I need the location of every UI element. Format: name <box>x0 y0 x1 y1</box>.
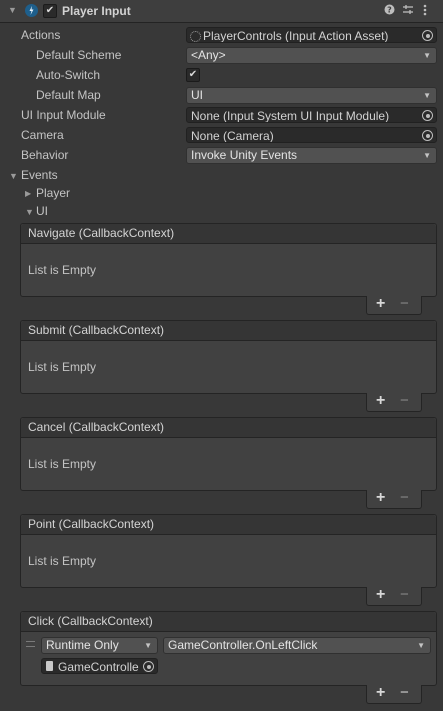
list-empty-text: List is Empty <box>28 263 97 277</box>
behavior-dropdown[interactable]: Invoke Unity Events ▼ <box>186 147 437 164</box>
default-map-label: Default Map <box>36 88 101 102</box>
default-map-dropdown[interactable]: UI ▼ <box>186 87 437 104</box>
behavior-label: Behavior <box>21 148 69 162</box>
chevron-down-icon: ▼ <box>144 641 152 650</box>
function-dropdown[interactable]: GameController.OnLeftClick ▼ <box>163 637 431 654</box>
cancel-list-footer: + − <box>366 489 422 509</box>
chevron-down-icon: ▼ <box>423 51 431 60</box>
ui-foldout-arrow-icon[interactable]: ▼ <box>25 207 34 217</box>
add-icon[interactable]: + <box>376 586 385 604</box>
player-foldout-arrow-icon[interactable]: ▶ <box>25 189 31 198</box>
object-picker-icon[interactable] <box>422 130 433 141</box>
list-empty-text: List is Empty <box>28 554 97 568</box>
add-icon[interactable]: + <box>376 489 385 507</box>
target-object-value: GameControlle <box>58 660 139 674</box>
add-icon[interactable]: + <box>376 295 385 313</box>
object-picker-icon[interactable] <box>422 30 433 41</box>
navigate-event-header: Navigate (CallbackContext) <box>21 224 436 244</box>
input-component-icon <box>25 4 38 17</box>
cancel-event-box: Cancel (CallbackContext) List is Empty <box>20 417 437 491</box>
function-value: GameController.OnLeftClick <box>168 638 318 652</box>
object-picker-icon[interactable] <box>422 110 433 121</box>
auto-switch-label: Auto-Switch <box>36 68 101 82</box>
list-empty-text: List is Empty <box>28 360 97 374</box>
add-icon[interactable]: + <box>376 684 385 702</box>
actions-label: Actions <box>21 28 61 42</box>
remove-icon[interactable]: − <box>400 489 409 506</box>
script-icon <box>46 661 53 671</box>
default-map-value: UI <box>191 88 203 102</box>
collapse-arrow-icon[interactable]: ▼ <box>8 5 17 15</box>
submit-list-footer: + − <box>366 392 422 412</box>
point-list-footer: + − <box>366 586 422 606</box>
default-scheme-label: Default Scheme <box>36 48 122 62</box>
call-state-value: Runtime Only <box>46 638 119 652</box>
camera-label: Camera <box>21 128 64 142</box>
component-header[interactable]: ▼ ✔ Player Input ? <box>0 0 443 23</box>
help-icon[interactable]: ? <box>384 4 395 18</box>
behavior-value: Invoke Unity Events <box>191 148 298 162</box>
ui-input-module-field[interactable]: None (Input System UI Input Module) <box>186 107 437 123</box>
drag-handle-icon[interactable] <box>26 641 35 647</box>
remove-icon[interactable]: − <box>400 392 409 409</box>
chevron-down-icon: ▼ <box>423 151 431 160</box>
kebab-menu-icon[interactable] <box>423 4 427 19</box>
remove-icon[interactable]: − <box>400 684 409 701</box>
auto-switch-checkbox[interactable]: ✔ <box>186 68 200 82</box>
click-event-header: Click (CallbackContext) <box>21 612 436 632</box>
add-icon[interactable]: + <box>376 392 385 410</box>
ui-input-module-value: None (Input System UI Input Module) <box>191 109 390 123</box>
remove-icon[interactable]: − <box>400 295 409 312</box>
cancel-event-header: Cancel (CallbackContext) <box>21 418 436 438</box>
submit-event-header: Submit (CallbackContext) <box>21 321 436 341</box>
input-asset-icon <box>190 31 201 42</box>
events-group-ui[interactable]: UI <box>36 204 48 218</box>
point-event-header: Point (CallbackContext) <box>21 515 436 535</box>
call-state-dropdown[interactable]: Runtime Only ▼ <box>41 637 158 654</box>
navigate-event-box: Navigate (CallbackContext) List is Empty <box>20 223 437 297</box>
events-foldout-arrow-icon[interactable]: ▼ <box>9 171 18 181</box>
camera-value: None (Camera) <box>191 129 274 143</box>
default-scheme-value: <Any> <box>191 48 226 62</box>
svg-text:?: ? <box>387 6 392 15</box>
click-event-box: Click (CallbackContext) Runtime Only ▼ G… <box>20 611 437 686</box>
component-enabled-checkbox[interactable]: ✔ <box>43 4 57 18</box>
events-group-player[interactable]: Player <box>36 186 70 200</box>
object-picker-icon[interactable] <box>143 661 154 672</box>
presets-icon[interactable] <box>402 4 414 19</box>
navigate-list-footer: + − <box>366 295 422 315</box>
default-scheme-dropdown[interactable]: <Any> ▼ <box>186 47 437 64</box>
click-list-footer: + − <box>366 684 422 704</box>
target-object-field[interactable]: GameControlle <box>41 658 158 674</box>
actions-field[interactable]: PlayerControls (Input Action Asset) <box>186 27 437 43</box>
chevron-down-icon: ▼ <box>417 641 425 650</box>
component-title: Player Input <box>62 4 131 18</box>
point-event-box: Point (CallbackContext) List is Empty <box>20 514 437 588</box>
actions-value: PlayerControls (Input Action Asset) <box>203 29 389 43</box>
camera-field[interactable]: None (Camera) <box>186 127 437 143</box>
list-empty-text: List is Empty <box>28 457 97 471</box>
remove-icon[interactable]: − <box>400 586 409 603</box>
submit-event-box: Submit (CallbackContext) List is Empty <box>20 320 437 394</box>
events-label[interactable]: Events <box>21 168 58 182</box>
chevron-down-icon: ▼ <box>423 91 431 100</box>
ui-input-module-label: UI Input Module <box>21 108 106 122</box>
